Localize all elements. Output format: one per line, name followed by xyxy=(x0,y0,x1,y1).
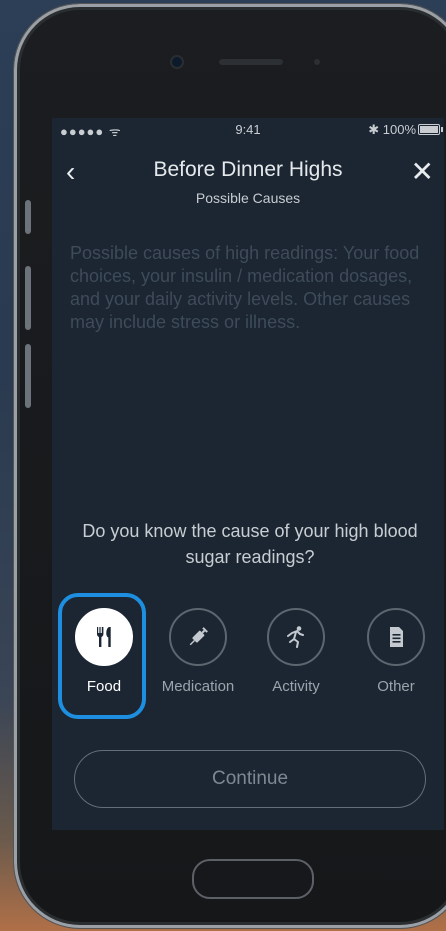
cause-option-other[interactable]: Other xyxy=(356,608,436,695)
battery-readout: ✱ 100% xyxy=(368,122,416,137)
earpiece-speaker xyxy=(219,59,283,65)
cause-label: Activity xyxy=(272,678,320,695)
cause-option-food[interactable]: Food xyxy=(64,608,144,695)
document-icon xyxy=(367,608,425,666)
page-subtitle: Possible Causes xyxy=(195,190,301,206)
volume-up-button xyxy=(25,266,31,330)
home-button[interactable] xyxy=(192,859,314,899)
status-bar: ●●●●● ᯤ 9:41 ✱ 100% xyxy=(52,118,444,140)
battery-icon xyxy=(418,124,443,135)
cause-label: Other xyxy=(377,678,415,695)
syringe-icon xyxy=(169,608,227,666)
causes-description: Possible causes of high readings: Your f… xyxy=(70,243,420,332)
mute-switch xyxy=(25,200,31,234)
close-button[interactable]: ✕ xyxy=(411,158,434,186)
cause-question: Do you know the cause of your high blood… xyxy=(82,521,418,567)
battery-fill xyxy=(420,126,438,133)
cause-label: Food xyxy=(86,678,122,695)
volume-down-button xyxy=(25,344,31,408)
fork-knife-icon xyxy=(75,608,133,666)
close-icon: ✕ xyxy=(410,156,434,187)
proximity-sensor xyxy=(314,59,320,65)
cause-option-activity[interactable]: Activity xyxy=(256,608,336,695)
cause-option-medication[interactable]: Medication xyxy=(158,608,238,695)
app-screen: ●●●●● ᯤ 9:41 ✱ 100% ‹ Before Dinner High… xyxy=(52,118,444,830)
page-title: Before Dinner Highs xyxy=(153,158,343,181)
cause-options: Food Medication Activity Other xyxy=(52,608,444,728)
continue-button[interactable]: Continue xyxy=(74,750,426,808)
bluetooth-icon: ✱ xyxy=(368,122,380,137)
cause-label: Medication xyxy=(161,678,235,695)
running-person-icon xyxy=(267,608,325,666)
phone-frame: ●●●●● ᯤ 9:41 ✱ 100% ‹ Before Dinner High… xyxy=(14,4,446,928)
front-camera xyxy=(172,57,182,67)
